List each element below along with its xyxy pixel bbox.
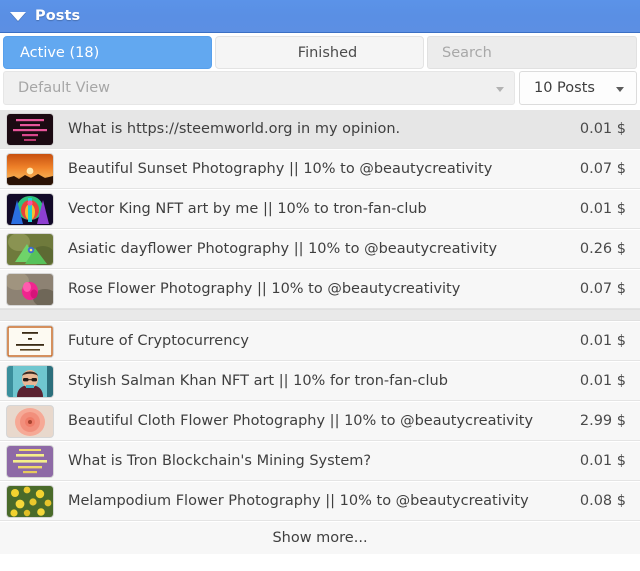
- page-title: Posts: [35, 8, 81, 24]
- post-title: What is https://steemworld.org in my opi…: [68, 121, 401, 137]
- dark-pink-text-thumbnail: [6, 112, 54, 146]
- table-row[interactable]: What is Tron Blockchain's Mining System?…: [0, 441, 640, 481]
- vector-art-thumbnail: [6, 192, 54, 226]
- post-title: Stylish Salman Khan NFT art || 10% for t…: [68, 373, 448, 389]
- post-count-select[interactable]: 10 Posts: [519, 71, 637, 105]
- table-row[interactable]: Beautiful Cloth Flower Photography || 10…: [0, 401, 640, 441]
- post-title: Beautiful Sunset Photography || 10% to @…: [68, 161, 493, 177]
- table-row[interactable]: Vector King NFT art by me || 10% to tron…: [0, 189, 640, 229]
- post-value: 0.07 $: [579, 161, 626, 177]
- tab-finished-label: Finished: [297, 44, 358, 61]
- post-title: Beautiful Cloth Flower Photography || 10…: [68, 413, 534, 429]
- post-title: Rose Flower Photography || 10% to @beaut…: [68, 281, 461, 297]
- posts-group: Future of Cryptocurrency 0.01 $ Stylish …: [0, 321, 640, 521]
- post-value: 0.01 $: [579, 121, 626, 137]
- rose-flower-photo-thumbnail: [6, 272, 54, 306]
- caret-down-icon[interactable]: [10, 12, 26, 21]
- table-row[interactable]: Beautiful Sunset Photography || 10% to @…: [0, 149, 640, 189]
- chevron-down-icon: [616, 86, 624, 92]
- melampodium-photo-thumbnail: [6, 484, 54, 518]
- table-row[interactable]: Future of Cryptocurrency 0.01 $: [0, 321, 640, 361]
- tabs-row: Active (18) Finished Search: [0, 33, 640, 71]
- chevron-down-icon: [496, 86, 504, 92]
- table-row[interactable]: Asiatic dayflower Photography || 10% to …: [0, 229, 640, 269]
- table-row[interactable]: Stylish Salman Khan NFT art || 10% for t…: [0, 361, 640, 401]
- crypto-text-card-thumbnail: [6, 324, 54, 358]
- search-input[interactable]: Search: [427, 36, 637, 69]
- post-value: 0.01 $: [579, 453, 626, 469]
- tab-active-label: Active (18): [20, 44, 100, 61]
- post-value: 2.99 $: [579, 413, 626, 429]
- post-title: Future of Cryptocurrency: [68, 333, 249, 349]
- tab-active[interactable]: Active (18): [3, 36, 212, 69]
- purple-text-card-thumbnail: [6, 444, 54, 478]
- cloth-flower-photo-thumbnail: [6, 404, 54, 438]
- table-row[interactable]: Rose Flower Photography || 10% to @beaut…: [0, 269, 640, 309]
- post-title: What is Tron Blockchain's Mining System?: [68, 453, 372, 469]
- show-more-label: Show more...: [272, 530, 368, 546]
- posts-group: What is https://steemworld.org in my opi…: [0, 109, 640, 309]
- tab-finished[interactable]: Finished: [215, 36, 424, 69]
- table-row[interactable]: What is https://steemworld.org in my opi…: [0, 109, 640, 149]
- table-row[interactable]: Melampodium Flower Photography || 10% to…: [0, 481, 640, 521]
- view-select[interactable]: Default View: [3, 71, 515, 105]
- post-value: 0.01 $: [579, 333, 626, 349]
- filter-row: Default View 10 Posts: [0, 71, 640, 109]
- panel-header[interactable]: Posts: [0, 0, 640, 33]
- portrait-art-thumbnail: [6, 364, 54, 398]
- search-placeholder: Search: [442, 44, 492, 61]
- posts-panel: Posts Active (18) Finished Search Defaul…: [0, 0, 640, 571]
- show-more-button[interactable]: Show more...: [0, 521, 640, 554]
- post-value: 0.01 $: [579, 201, 626, 217]
- view-select-label: Default View: [18, 80, 110, 96]
- posts-list: What is https://steemworld.org in my opi…: [0, 109, 640, 554]
- group-separator: [0, 309, 640, 321]
- post-title: Vector King NFT art by me || 10% to tron…: [68, 201, 427, 217]
- post-value: 0.08 $: [579, 493, 626, 509]
- post-value: 0.26 $: [579, 241, 626, 257]
- post-value: 0.07 $: [579, 281, 626, 297]
- sunset-photo-thumbnail: [6, 152, 54, 186]
- dayflower-photo-thumbnail: [6, 232, 54, 266]
- post-title: Melampodium Flower Photography || 10% to…: [68, 493, 529, 509]
- post-value: 0.01 $: [579, 373, 626, 389]
- post-count-label: 10 Posts: [534, 80, 595, 96]
- post-title: Asiatic dayflower Photography || 10% to …: [68, 241, 498, 257]
